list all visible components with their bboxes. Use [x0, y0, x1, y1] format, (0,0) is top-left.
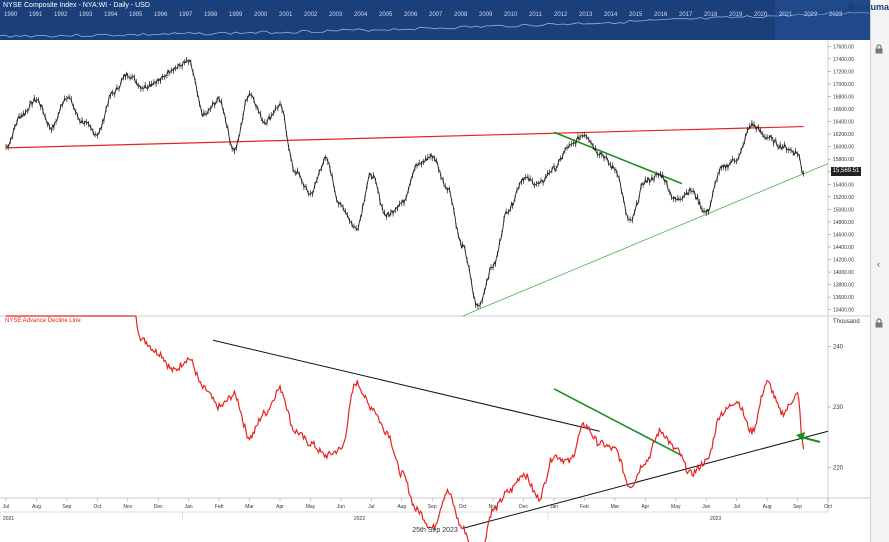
y-tick-label: 16400.00: [833, 120, 854, 126]
x-month-label: Dec: [154, 504, 163, 510]
x-year-label: 2023: [710, 516, 721, 522]
y-tick-label: 17400.00: [833, 57, 854, 63]
x-month-label: Sep: [62, 504, 71, 510]
y-tick-label: 15000.00: [833, 207, 854, 213]
arrow-shaft: [800, 436, 821, 443]
y-tick-label: 16000.00: [833, 145, 854, 151]
y-tick-label: 15400.00: [833, 182, 854, 188]
price-series: [5, 57, 804, 310]
trendline-rising-support[interactable]: [462, 163, 829, 317]
x-month-label: Jan: [550, 504, 558, 510]
y-tick-label: 15200.00: [833, 195, 854, 201]
axes: 13400.00 13600.00 13800.00 14000.00 14200.00…: [0, 44, 854, 522]
collapse-chevron-icon[interactable]: ‹: [877, 259, 880, 269]
adline-unit-label: Thousand: [833, 319, 860, 325]
y-tick-label: 14800.00: [833, 220, 854, 226]
y-tick-label: 16600.00: [833, 107, 854, 113]
x-month-label: Jul: [733, 504, 739, 510]
x-month-label: Mar: [611, 504, 620, 510]
y-tick-label: 230: [833, 405, 844, 411]
x-month-label: May: [306, 504, 316, 510]
x-month-label: Nov: [123, 504, 132, 510]
x-month-label: Nov: [489, 504, 498, 510]
x-month-label: Oct: [459, 504, 467, 510]
x-month-label: Apr: [641, 504, 649, 510]
y-tick-label: 13400.00: [833, 308, 854, 314]
x-month-label: Jun: [702, 504, 710, 510]
lock-icon[interactable]: [874, 318, 884, 328]
x-month-label: Jun: [337, 504, 345, 510]
y-tick-label: 14600.00: [833, 232, 854, 238]
x-month-label: Jul: [368, 504, 374, 510]
price-line: [5, 59, 804, 307]
x-month-label: May: [671, 504, 681, 510]
x-month-label: Feb: [215, 504, 224, 510]
lock-icon[interactable]: [874, 44, 884, 54]
x-month-label: Apr: [276, 504, 284, 510]
y-tick-label: 16200.00: [833, 132, 854, 138]
ad-trendline-descending-resistance[interactable]: [212, 339, 600, 432]
trendline-resistance[interactable]: [5, 125, 804, 149]
x-year-label: 2021: [3, 516, 14, 522]
x-month-label: Dec: [519, 504, 528, 510]
y-tick-label: 14400.00: [833, 245, 854, 251]
x-month-label: Aug: [763, 504, 772, 510]
y-tick-label: 220: [833, 466, 844, 472]
y-tick-label: 13600.00: [833, 295, 854, 301]
grid: [0, 40, 870, 513]
adline-legend-label: NYSE Advance Decline Line: [5, 318, 81, 324]
x-month-label: Aug: [32, 504, 41, 510]
ad-trendline-falling-trend[interactable]: [553, 388, 683, 457]
chart-area: 13400.00 13600.00 13800.00 14000.00 14200.00…: [0, 40, 870, 542]
y-tick-label: 14200.00: [833, 258, 854, 264]
y-tick-label: 14000.00: [833, 270, 854, 276]
x-month-label: Jul: [3, 504, 9, 510]
x-month-label: Sep: [793, 504, 802, 510]
x-month-label: Aug: [397, 504, 406, 510]
y-tick-label: 13800.00: [833, 283, 854, 289]
y-tick-label: 17000.00: [833, 82, 854, 88]
right-toolbar: [870, 0, 889, 542]
y-tick-label: 15800.00: [833, 157, 854, 163]
y-tick-label: 240: [833, 344, 844, 350]
date-readout: 25th Sep 2023: [412, 527, 458, 534]
x-month-label: Oct: [824, 504, 832, 510]
y-tick-label: 17600.00: [833, 44, 854, 50]
y-tick-label: 16800.00: [833, 94, 854, 100]
x-month-label: Oct: [93, 504, 101, 510]
x-month-label: Mar: [245, 504, 254, 510]
current-price-badge: 15,569.51: [831, 167, 861, 176]
lower-trendlines: [212, 339, 829, 529]
x-month-label: Sep: [428, 504, 437, 510]
x-year-label: 2022: [354, 516, 365, 522]
upper-trendlines: [5, 125, 829, 317]
x-month-label: Feb: [580, 504, 589, 510]
y-tick-label: 17200.00: [833, 69, 854, 75]
x-month-label: Jan: [185, 504, 193, 510]
